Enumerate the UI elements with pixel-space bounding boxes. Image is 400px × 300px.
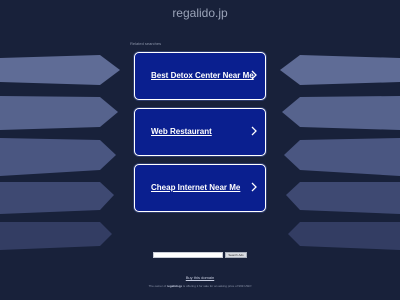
owner-domain: regalido.jp [166, 284, 183, 288]
site-title: regalido.jp [172, 6, 228, 20]
chevron-right-icon [251, 182, 257, 192]
owner-prefix: The owner of [148, 284, 167, 288]
related-link-label: Best Detox Center Near Me [151, 71, 254, 80]
search-button[interactable]: Search Ads [225, 252, 247, 258]
related-link-web-restaurant[interactable]: Web Restaurant [134, 108, 266, 156]
buy-domain-link[interactable]: Buy this domain [0, 275, 400, 280]
chevron-right-icon [251, 70, 257, 80]
related-link-best-detox[interactable]: Best Detox Center Near Me [134, 52, 266, 100]
related-link-cheap-internet[interactable]: Cheap Internet Near Me [134, 164, 266, 212]
related-link-label: Cheap Internet Near Me [151, 183, 241, 192]
owner-suffix: is offering it for sale for an asking pr… [182, 284, 252, 288]
search-input[interactable] [153, 252, 223, 258]
chevron-right-icon [251, 126, 257, 136]
owner-note: The owner of regalido.jp is offering it … [0, 284, 400, 288]
related-link-label: Web Restaurant [151, 127, 212, 136]
related-searches-label: Related searches [130, 41, 162, 46]
